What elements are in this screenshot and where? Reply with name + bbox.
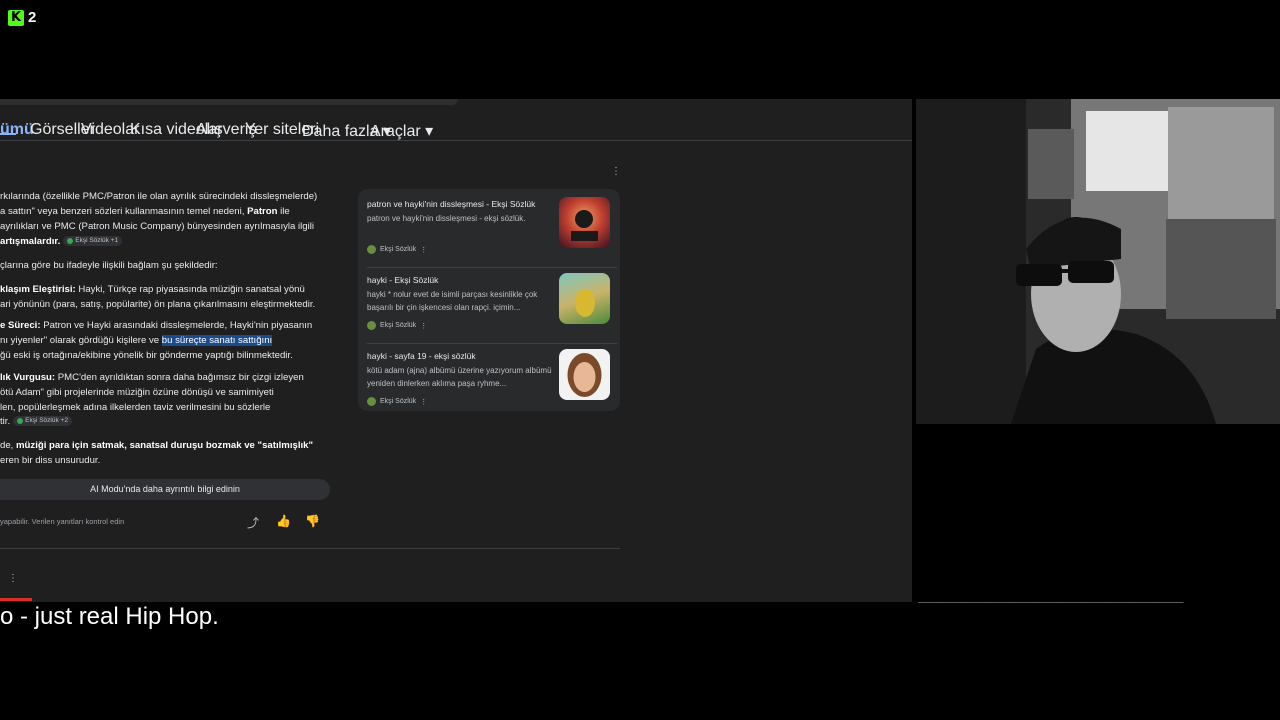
ai-line: tir. Ekşi Sözlük +2 [0, 414, 72, 429]
divider [367, 267, 617, 268]
source-chip[interactable]: Ekşi Sözlük +2 [13, 416, 72, 427]
divider [0, 140, 912, 141]
more-options-icon[interactable]: ⋮ [420, 322, 427, 330]
more-options-icon[interactable]: ⋮ [420, 398, 427, 406]
site-favicon-icon [367, 245, 376, 254]
source-thumbnail[interactable] [559, 349, 610, 400]
highlighted-text: bu süreçte sanatı sattığını [161, 335, 273, 346]
divider [367, 343, 617, 344]
ai-line: ari yönünün (para, satış, popülarite) ön… [0, 299, 316, 310]
divider [0, 548, 620, 549]
ai-line: artışmalardır. Ekşi Sözlük +1 [0, 234, 123, 249]
source-title[interactable]: patron ve hayki'nin dissleşmesi - Ekşi S… [367, 199, 535, 209]
webcam-feed [916, 99, 1280, 424]
subtitle-caption: o - just real Hip Hop. [0, 603, 219, 630]
ai-line: ötü Adam" gibi projelerinde müziğin özün… [0, 387, 274, 398]
ai-line: de, müziği para için satmak, sanatsal du… [0, 440, 314, 451]
source-snippet: patron ve hayki'nin dissleşmesi - ekşi s… [367, 214, 526, 223]
thumbs-down-icon[interactable]: 👎 [305, 514, 320, 528]
sources-panel: patron ve hayki'nin dissleşmesi - Ekşi S… [358, 189, 620, 411]
source-snippet: hayki * nolur evet de isimli parçası kes… [367, 290, 538, 312]
more-options-icon[interactable]: ⋮ [420, 246, 427, 254]
site-favicon-icon [67, 237, 74, 244]
ai-line: nı yiyenler" olarak gördüğü kişilere ve … [0, 335, 273, 346]
browser-window: ümü Görseller Videolar Kısa videolar Alı… [0, 99, 912, 602]
ai-line: ğü eski iş ortağına/ekibine yönelik bir … [0, 350, 293, 361]
source-title[interactable]: hayki - sayfa 19 - ekşi sözlük [367, 351, 476, 361]
source-card[interactable]: patron ve hayki'nin dissleşmesi - Ekşi S… [367, 197, 617, 259]
more-options-icon[interactable]: ⋮ [611, 166, 621, 177]
source-snippet: kötü adam (ajna) albümü üzerine yazıyoru… [367, 366, 552, 388]
viewer-count: 2 [28, 9, 37, 26]
ai-mode-button[interactable]: AI Modu'nda daha ayrıntılı bilgi edinin [0, 479, 330, 500]
divider-line: ________________________________________… [918, 590, 1184, 603]
source-thumbnail[interactable] [559, 273, 610, 324]
kick-logo-icon: K [8, 9, 24, 26]
ai-line: eren bir diss unsurudur. [0, 455, 101, 466]
search-bar[interactable] [0, 99, 458, 105]
active-tab-indicator [0, 133, 16, 135]
ai-line: e Süreci: Patron ve Hayki arasındaki dis… [0, 320, 313, 331]
source-title[interactable]: hayki - Ekşi Sözlük [367, 275, 438, 285]
tab-tools[interactable]: Araçlar ▾ [370, 121, 433, 141]
source-site: Ekşi Sözlük ⋮ [367, 245, 427, 254]
source-chip[interactable]: Ekşi Sözlük +1 [63, 236, 123, 247]
more-options-icon[interactable]: ⋮ [8, 573, 18, 584]
disclaimer: yapabilir. Verilen yanıtları kontrol edi… [0, 517, 125, 526]
source-card[interactable]: hayki - Ekşi Sözlük hayki * nolur evet d… [367, 273, 617, 335]
ai-line: a sattın" veya benzeri sözleri kullanmas… [0, 206, 290, 217]
ai-line: çlarına göre bu ifadeyle ilişkili bağlam… [0, 260, 218, 271]
site-favicon-icon [367, 397, 376, 406]
kick-badge: K 2 [8, 9, 36, 26]
ai-line: ayrılıkları ve PMC (Patron Music Company… [0, 221, 315, 232]
ai-line: rkılarında (özellikle PMC/Patron ile ola… [0, 191, 318, 202]
tab-all[interactable]: ümü [0, 121, 34, 139]
ai-line: len, popülerleşmek adına ilkelerden tavi… [0, 402, 271, 413]
source-thumbnail[interactable] [559, 197, 610, 248]
source-site: Ekşi Sözlük ⋮ [367, 321, 427, 330]
ai-line: klaşım Eleştirisi: Hayki, Türkçe rap piy… [0, 284, 305, 295]
source-card[interactable]: hayki - sayfa 19 - ekşi sözlük kötü adam… [367, 349, 617, 411]
thumbs-up-icon[interactable]: 👍 [276, 514, 291, 528]
ai-line: lık Vurgusu: PMC'den ayrıldıktan sonra d… [0, 372, 304, 383]
progress-indicator [0, 598, 32, 601]
site-favicon-icon [367, 321, 376, 330]
source-site: Ekşi Sözlük ⋮ [367, 397, 427, 406]
share-icon[interactable]: ⤴ [247, 514, 259, 531]
site-favicon-icon [17, 417, 24, 424]
chevron-down-icon: ▾ [425, 123, 434, 140]
